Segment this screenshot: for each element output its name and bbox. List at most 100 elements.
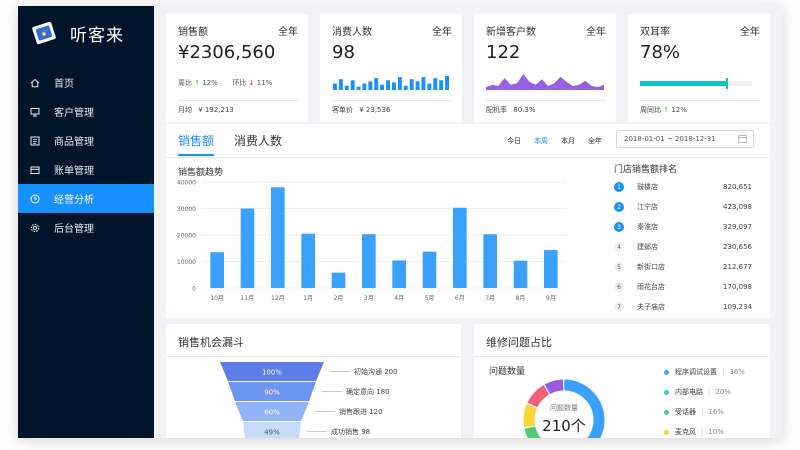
- x-tick-label: 2月: [334, 295, 344, 302]
- rank-value: 212,677: [723, 263, 752, 271]
- range-today[interactable]: 今日: [507, 136, 521, 146]
- y-tick-label: 40000: [177, 180, 196, 187]
- stat-trend: 周比 ↑ 12% 环比 ↓ 11%: [178, 78, 272, 88]
- legend-percent: 36%: [729, 368, 745, 376]
- funnel-stage-percent: 49%: [264, 429, 280, 437]
- legend-item: 内部电路 | 20%: [664, 382, 774, 402]
- sidebar-item-products[interactable]: 商品管理: [18, 126, 154, 155]
- spark-bar: [392, 82, 396, 90]
- legend-separator: |: [722, 368, 725, 376]
- sales-bar-chart: 0 10000 20000 30000 40000 10月 11月 12月 1月 2月 3月 4月 5月…: [177, 180, 566, 302]
- stat-footer: 月均 ¥ 192,213: [178, 105, 234, 115]
- divider: [486, 100, 606, 101]
- funnel-stage-label: 成功销售 98: [331, 427, 370, 436]
- spark-bar: [445, 76, 449, 90]
- sales-bar: [331, 272, 346, 288]
- stat-title: 销售额: [178, 27, 208, 38]
- x-tick-label: 5月: [425, 295, 435, 302]
- spark-bar: [409, 79, 414, 90]
- repair-legend: 程序调试设置 | 36% 内部电路 | 20% 受话器 | 16% 麦克风 | …: [664, 362, 774, 438]
- foot-value: ¥ 23,536: [359, 106, 391, 114]
- stat-period: 全年: [740, 27, 760, 38]
- card-icon: [30, 166, 40, 174]
- range-week[interactable]: 本周: [534, 136, 548, 146]
- list-icon: [30, 136, 40, 145]
- consumer-sparkline: [333, 76, 449, 90]
- stat-footer: 周同比 ↑ 12%: [640, 105, 687, 115]
- divider: [332, 100, 452, 101]
- sidebar-item-home[interactable]: 首页: [18, 68, 154, 97]
- monitor-icon: [30, 107, 40, 116]
- legend-separator: |: [701, 408, 704, 416]
- sales-bar: [301, 233, 315, 288]
- dod-value: 11%: [256, 79, 273, 87]
- legend-item: 程序调试设置 | 36%: [664, 362, 774, 382]
- y-tick-label: 10000: [177, 259, 196, 266]
- stat-title: 消费人数: [332, 27, 372, 38]
- sidebar-item-customers[interactable]: 客户管理: [18, 97, 154, 126]
- sales-bar: [513, 260, 528, 288]
- sidebar-item-label: 后台管理: [54, 224, 94, 235]
- legend-dot: [664, 389, 669, 395]
- legend-label: 麦克风: [675, 428, 696, 436]
- spark-bar: [439, 80, 444, 90]
- legend-label: 程序调试设置: [675, 368, 717, 376]
- sales-bar: [422, 251, 437, 288]
- sidebar-item-admin[interactable]: 后台管理: [18, 213, 154, 242]
- rank-number: 3: [614, 222, 624, 232]
- sales-bar: [210, 252, 224, 288]
- legend-percent: 16%: [708, 408, 724, 416]
- spark-bar: [356, 86, 361, 90]
- funnel-stage-label: 销售跟进 120: [339, 407, 383, 416]
- progress-target-marker: [726, 78, 729, 89]
- range-month[interactable]: 本月: [561, 136, 575, 146]
- spark-bar: [403, 85, 408, 90]
- x-tick-label: 12月: [271, 295, 285, 302]
- rank-store: 建邺店: [637, 243, 658, 251]
- donut-center-label: 问题数量: [550, 404, 578, 412]
- sidebar-menu: 首页 客户管理 商品管理 账单管理 经营分析 后台管理: [18, 68, 154, 242]
- clock-icon: [30, 194, 40, 203]
- date-range-picker[interactable]: 2018-01-01 ~ 2018-12-31: [616, 130, 754, 148]
- stat-footer: 客单价 ¥ 23,536: [332, 105, 390, 115]
- rank-store: 新街口店: [637, 263, 665, 271]
- progress-fill: [640, 81, 728, 86]
- sidebar-item-analysis[interactable]: 经营分析: [18, 184, 154, 213]
- tab-divider: [166, 157, 770, 158]
- tab-consumers[interactable]: 消费人数: [234, 132, 282, 156]
- funnel-panel: 销售机会漏斗 100% 初始沟通 200 90% 确定意向 180 60% 销售跟进 12…: [166, 324, 461, 438]
- up-arrow-icon: ↑: [663, 106, 670, 114]
- rank-value: 329,097: [723, 223, 752, 231]
- x-tick-label: 6月: [455, 295, 465, 302]
- y-tick-label: 20000: [177, 233, 196, 240]
- spark-bar: [386, 80, 390, 90]
- sidebar-item-bills[interactable]: 账单管理: [18, 155, 154, 184]
- tab-bar: 销售额 消费人数: [178, 132, 302, 156]
- legend-label: 内部电路: [675, 388, 703, 396]
- sales-panel: 销售额 消费人数 今日 本周 本月 全年 2018-01-01 ~ 2018-1…: [166, 124, 770, 318]
- spark-bar: [350, 80, 355, 90]
- x-tick-label: 8月: [516, 295, 526, 302]
- legend-dot: [664, 409, 669, 415]
- legend-dot: [664, 369, 669, 375]
- stat-footer: 配机率 80.3%: [486, 105, 535, 115]
- x-tick-label: 11月: [241, 295, 255, 302]
- rank-number: 1: [614, 182, 624, 192]
- stat-card-new-customers: 新增客户数 全年 122 配机率 80.3%: [474, 14, 616, 122]
- rank-store: 雨花台店: [637, 283, 665, 291]
- rank-number: 4: [614, 242, 624, 252]
- foot-label: 配机率: [486, 106, 507, 114]
- rank-value: 230,656: [723, 243, 752, 251]
- ranking-row: 7 夫子庙店 109,234: [614, 297, 752, 317]
- tab-sales[interactable]: 销售额: [178, 132, 215, 156]
- stat-title: 双耳率: [640, 27, 670, 38]
- range-year[interactable]: 全年: [588, 136, 602, 146]
- stat-period: 全年: [432, 27, 452, 38]
- panel-divider: [474, 356, 770, 357]
- ranking-row: 4 建邺店 230,656: [614, 237, 752, 257]
- logo-icon: [32, 21, 56, 45]
- x-tick-label: 1月: [303, 295, 313, 302]
- funnel-stage-percent: 100%: [262, 369, 282, 377]
- sidebar-item-label: 经营分析: [54, 195, 94, 206]
- rank-value: 820,651: [723, 183, 752, 191]
